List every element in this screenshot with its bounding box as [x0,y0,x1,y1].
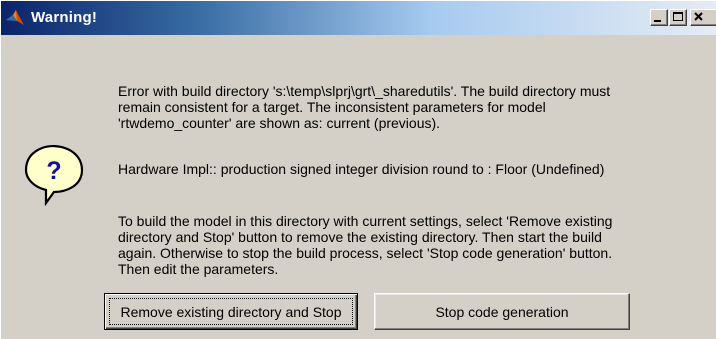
remove-directory-button[interactable]: Remove existing directory and Stop [104,293,358,330]
svg-text:?: ? [46,157,61,185]
stop-code-generation-button[interactable]: Stop code generation [374,293,630,330]
minimize-button[interactable] [650,9,668,26]
remove-directory-button-label: Remove existing directory and Stop [109,298,353,325]
question-icon: ? [22,142,94,207]
close-button[interactable] [690,9,716,26]
error-message: Error with build directory 's:\temp\slpr… [118,83,611,131]
minimize-icon [654,20,661,22]
close-icon [694,12,703,21]
parameter-message: Hardware Impl:: production signed intege… [118,161,605,177]
matlab-icon [5,9,25,27]
window-title: Warning! [31,9,98,26]
title-bar[interactable]: Warning! [1,1,716,35]
warning-dialog: Warning! ? Error with build directory 's… [0,0,716,339]
maximize-button[interactable] [669,9,687,26]
maximize-icon [673,12,683,21]
instruction-message: To build the model in this directory wit… [118,213,613,277]
